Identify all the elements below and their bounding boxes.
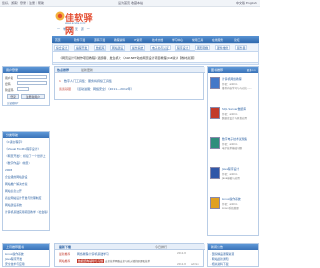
subnav-item[interactable]: 服务器 — [235, 45, 248, 50]
monthly-header: 上月推荐图书 — [3, 244, 49, 250]
more-link[interactable]: 更多>> — [247, 68, 256, 72]
nav-item[interactable]: 源码下载 — [94, 38, 105, 42]
download-date: 2012-8 — [177, 263, 186, 266]
subnav-item[interactable]: 硬件维修 — [215, 45, 231, 50]
password-input[interactable] — [17, 81, 47, 85]
download-label: 最新推荐 — [59, 252, 71, 256]
tab-downloads[interactable]: 最新下载 — [59, 245, 71, 249]
download-date: 2012-8 — [177, 252, 186, 255]
news-panel: 新闻公告 · 国家精品课程资源 · 网站最新通知 · 相关资料下载 — [207, 243, 259, 267]
category-item[interactable]: 《Visual FoxPro程序设计》 — [5, 147, 40, 151]
register-button[interactable]: 注册新用户 — [21, 94, 45, 99]
tab-strip — [55, 244, 205, 250]
username-input[interactable] — [17, 75, 47, 79]
category-item[interactable]: 企业级的网站建设 — [5, 175, 27, 179]
book-cover[interactable] — [210, 77, 220, 89]
nav-item[interactable]: 软件下载 — [74, 38, 85, 42]
logo-subtitle: 一 学 海 无 涯 一 — [57, 27, 91, 31]
category-item[interactable]: 《C语言程序》 — [5, 140, 24, 144]
tab-ranking[interactable]: 今日排行 — [155, 245, 167, 249]
book-title[interactable]: 计算机网络教程 — [222, 77, 242, 81]
subnav-item[interactable]: 图形图像 — [195, 45, 211, 50]
category-header: 分类导航 — [3, 132, 49, 138]
book-desc: Java基础与应用 — [222, 177, 240, 180]
download-author: admin — [191, 263, 199, 266]
hot-item-label: 谈谈基层 — [59, 87, 72, 91]
download-desc[interactable]: 安全技术网络安全与防火墙的原理和技术 — [105, 259, 150, 263]
logo-icon — [55, 11, 65, 21]
login-links[interactable]: 您好，游客！登录｜注册｜帮助 — [2, 1, 44, 5]
nav-item[interactable]: IT资讯 — [134, 38, 142, 42]
download-highlight[interactable]: 数据结构辅导与习题 — [77, 259, 105, 263]
tab-hot[interactable]: 热点推荐 — [57, 68, 69, 72]
login-button[interactable]: 登录 — [7, 94, 19, 99]
category-item[interactable]: 《数字作品》(前页) — [5, 161, 30, 165]
download-title[interactable]: 网络教程/计算机基础学习 — [77, 252, 109, 256]
nav-item[interactable]: 首页 — [55, 38, 61, 42]
book-title[interactable]: 数字电子技术试题集 — [222, 137, 247, 141]
book-cover[interactable] — [210, 167, 220, 179]
nav-item[interactable]: 论坛 — [234, 38, 240, 42]
book-desc: 数据库设计与开发应用 — [222, 117, 248, 120]
top-bar: 您好，游客！登录｜注册｜帮助 设为首页 收藏本站 中文版 English — [0, 0, 260, 7]
book-desc: 推荐内容学习与与对应…… — [222, 87, 253, 90]
site-logo[interactable]: 佳软驿网 www.acsite.com 一 学 海 无 涯 一 — [55, 9, 95, 37]
banner-text[interactable]: 《网页设计与制作项目教程》·选题者、发生机》：（ASP.NET动态网页设计项目教… — [59, 56, 196, 60]
main-nav: 首页 软件下载 源码下载 教程资料 IT资讯 技术文档 学习中心 常用工具 在线… — [52, 36, 259, 43]
announcement-banner: 《网页设计与制作项目教程》·选题者、发生机》：（ASP.NET动态网页设计项目教… — [52, 51, 259, 63]
tab-strip — [55, 67, 205, 73]
category-panel: 分类导航 《C语言程序》 《Visual FoxPro程序设计》 《网页开发》：… — [2, 131, 50, 231]
forgot-password-link[interactable]: 忘记密码? — [7, 101, 18, 105]
category-item[interactable]: 网站信息公开 — [5, 189, 22, 193]
category-item[interactable]: 2008 — [5, 168, 12, 172]
book-cover[interactable] — [210, 107, 220, 119]
book-cover[interactable] — [210, 197, 220, 209]
tab-latest[interactable]: 最新更新 — [81, 68, 93, 72]
logo-slogan: www.acsite.com — [65, 22, 86, 25]
category-item[interactable]: 网站推广解决方案 — [5, 182, 27, 186]
download-panel: 最新下载 今日排行 最新推荐 网络教程/计算机基础学习 2012-8 网站推荐 … — [54, 243, 205, 267]
book-title[interactable]: Java程序设计 — [222, 167, 239, 171]
home-favorite-links[interactable]: 设为首页 收藏本站 — [118, 1, 143, 5]
hot-item-text[interactable]: （活动进展：网络安全）（2011—2012年） — [75, 87, 134, 91]
monthly-item[interactable]: 安全技术与应用 — [5, 262, 25, 266]
book-title[interactable]: SQL Server数据库 — [222, 107, 246, 111]
login-panel: 用户登录 用户名 密码 验证码 登录 注册新用户 忘记密码? — [2, 66, 50, 106]
book-desc: 电子技术基础习题 — [222, 147, 243, 150]
book-panel: 图书推荐 更多>> 计算机网络教程 作者：admin 推荐内容学习与与对应…… … — [207, 66, 259, 236]
monthly-item[interactable]: Linux操作系统 — [5, 252, 24, 256]
language-switch[interactable]: 中文版 English — [236, 1, 257, 5]
category-item[interactable]: 《网页开发》：桥接了一个世界上 — [5, 154, 46, 158]
captcha-input[interactable] — [17, 87, 29, 91]
nav-item[interactable]: 教程资料 — [114, 38, 125, 42]
item-number: 1 — [59, 79, 61, 83]
nav-item[interactable]: 在线服务 — [212, 38, 223, 42]
news-item[interactable]: · 网站最新通知 — [210, 257, 229, 261]
category-item[interactable]: 网站建设系统 — [5, 203, 22, 207]
monthly-item[interactable]: Java程序开发 — [5, 257, 22, 261]
captcha-label: 验证码 — [5, 88, 14, 92]
category-item[interactable]: 计算机基础实用项目教学（社会版） — [5, 210, 50, 214]
download-label: 网站推荐 — [59, 259, 71, 263]
username-label: 用户名 — [5, 76, 14, 80]
password-label: 密码 — [5, 82, 11, 86]
book-desc: Linux系统管理 — [222, 207, 239, 210]
hot-panel: 热点推荐 最新更新 1 数字人门工具集：服务将持续工具集 谈谈基层 （活动进展：… — [54, 66, 205, 100]
book-title[interactable]: Linux操作系统 — [222, 197, 241, 201]
nav-item[interactable]: 学习中心 — [172, 38, 183, 42]
news-header: 新闻公告 — [208, 244, 258, 250]
category-item[interactable]: 商业网站设计开发与管理制度 — [5, 196, 41, 200]
hot-item-title[interactable]: 数字人门工具集：服务将持续工具集 — [64, 79, 112, 83]
news-item[interactable]: · 相关资料下载 — [210, 262, 229, 266]
book-cover[interactable] — [210, 137, 220, 149]
login-header: 用户登录 — [3, 67, 49, 73]
monthly-panel: 上月推荐图书 Linux操作系统 Java程序开发 安全技术与应用 — [2, 243, 50, 267]
nav-item[interactable]: 常用工具 — [192, 38, 203, 42]
nav-item[interactable]: 技术文档 — [152, 38, 163, 42]
news-item[interactable]: · 国家精品课程资源 — [210, 252, 234, 256]
